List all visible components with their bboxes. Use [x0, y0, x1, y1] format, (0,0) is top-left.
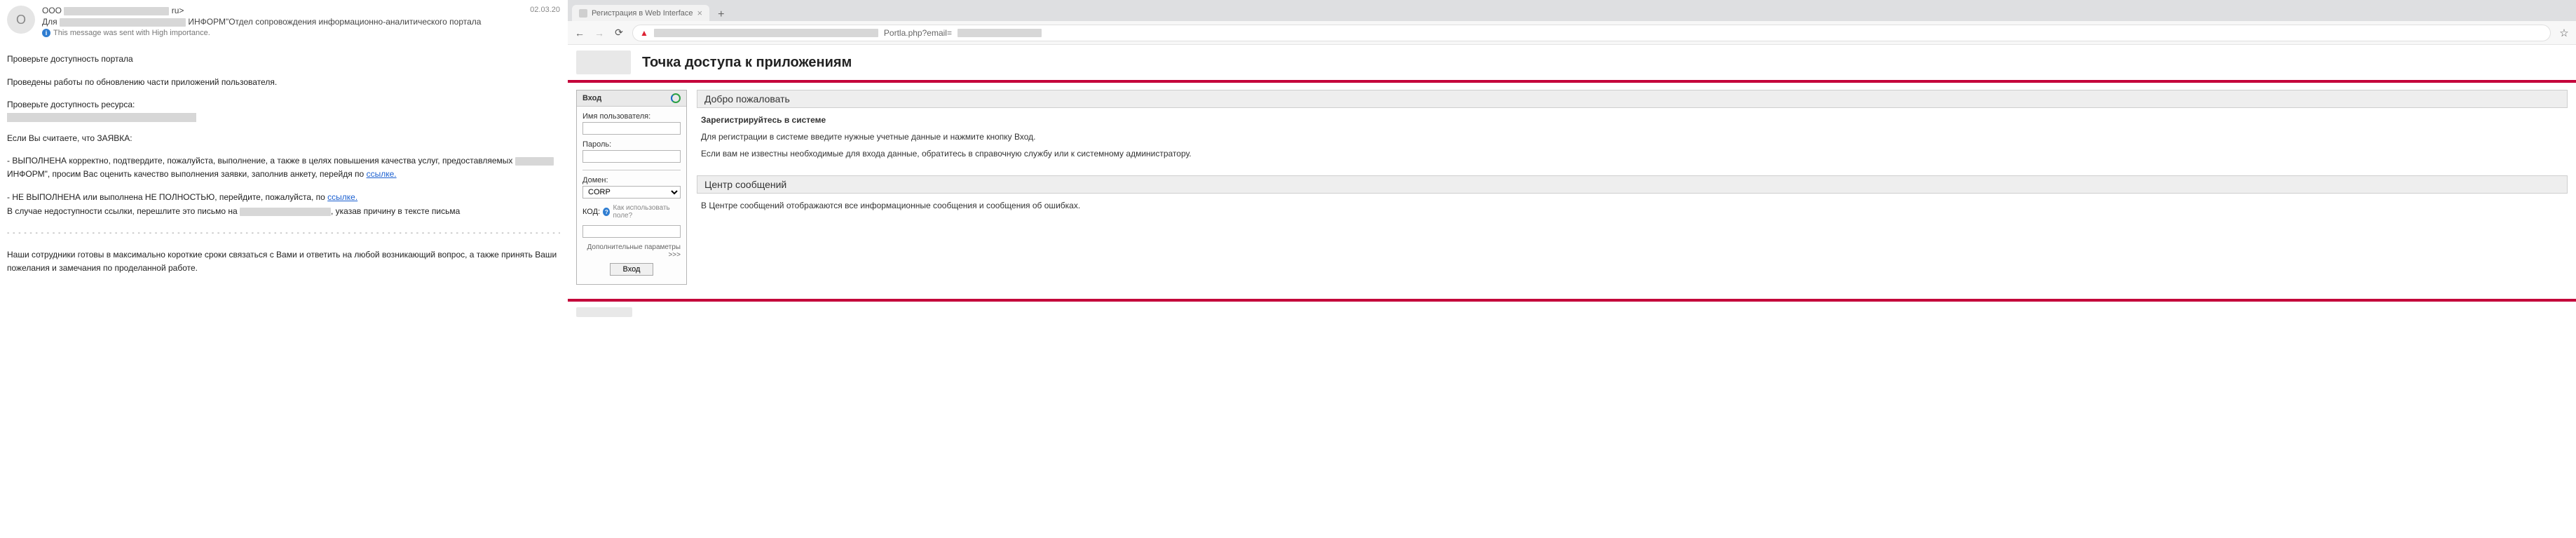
refresh-icon[interactable] — [671, 93, 681, 103]
browser-tab[interactable]: Регистрация в Web Interface × — [572, 5, 709, 21]
fail-link[interactable]: ссылке. — [327, 192, 357, 202]
p5-before: - ВЫПОЛНЕНА корректно, подтвердите, пожа… — [7, 156, 515, 166]
kod-label: КОД: — [582, 208, 600, 216]
info-column: Добро пожаловать Зарегистрируйтесь в сис… — [697, 90, 2568, 227]
kod-input[interactable] — [582, 225, 681, 238]
messages-head: Центр сообщений — [697, 175, 2568, 194]
brand-row: Точка доступа к приложениям — [568, 45, 2576, 83]
content-row: Вход Имя пользователя: Пароль: Домен: CO… — [568, 83, 2576, 292]
redacted-url-host — [654, 29, 878, 37]
welcome-bold: Зарегистрируйтесь в системе — [701, 115, 2563, 125]
email-header: О ООО ru> Для ИНФОРМ"Отдел сопровождения… — [7, 6, 560, 37]
login-box: Вход Имя пользователя: Пароль: Домен: CO… — [576, 90, 687, 285]
redacted-url-param — [958, 29, 1042, 37]
p5-after: ИНФОРМ", просим Вас оценить качество вып… — [7, 169, 367, 179]
to-middle: ИНФОРМ"Отдел сопровождения информационно… — [188, 17, 481, 27]
security-warning-icon: ▲ — [640, 28, 648, 38]
welcome-p1: Для регистрации в системе введите нужные… — [701, 132, 2563, 142]
body-p7: В случае недоступности ссылки, перешлите… — [7, 205, 560, 218]
kod-help-text: Как использовать поле? — [613, 204, 681, 220]
url-visible: Portla.php?email= — [884, 28, 952, 38]
login-head: Вход — [577, 90, 686, 107]
avatar: О — [7, 6, 35, 34]
body-p3: Проверьте доступность ресурса: — [7, 98, 560, 112]
password-input[interactable] — [582, 150, 681, 163]
body-p4: Если Вы считаете, что ЗАЯВКА: — [7, 132, 560, 145]
p7-before: В случае недоступности ссылки, перешлите… — [7, 206, 240, 216]
welcome-body: Зарегистрируйтесь в системе Для регистра… — [697, 115, 2568, 175]
forward-button[interactable]: → — [593, 27, 606, 39]
help-icon[interactable]: ? — [603, 208, 610, 216]
header-lines: ООО ru> Для ИНФОРМ"Отдел сопровождения и… — [42, 6, 560, 37]
survey-link[interactable]: ссылке. — [367, 169, 397, 179]
footer-logo — [576, 307, 632, 317]
p6-before: - НЕ ВЫПОЛНЕНА или выполнена НЕ ПОЛНОСТЬ… — [7, 192, 327, 202]
sender-suffix: ru> — [172, 6, 184, 15]
importance-row: i This message was sent with High import… — [42, 29, 560, 37]
body-p8: Наши сотрудники готовы в максимально кор… — [7, 248, 560, 274]
kod-row: КОД: ? Как использовать поле? — [582, 204, 681, 220]
login-button[interactable]: Вход — [610, 263, 654, 276]
body-p2: Проведены работы по обновлению части при… — [7, 76, 560, 89]
bookmark-button[interactable]: ☆ — [2558, 27, 2570, 39]
email-pane: 02.03.20 О ООО ru> Для ИНФОРМ"Отдел сопр… — [0, 0, 568, 538]
back-button[interactable]: ← — [573, 27, 586, 39]
sender-prefix: ООО — [42, 6, 62, 15]
welcome-p2: Если вам не известны необходимые для вхо… — [701, 149, 2563, 159]
brand-title: Точка доступа к приложениям — [642, 55, 852, 71]
messages-body: В Центре сообщений отображаются все инфо… — [697, 201, 2568, 227]
to-line: Для ИНФОРМ"Отдел сопровождения информаци… — [42, 17, 560, 27]
sender-line: ООО ru> — [42, 6, 560, 15]
messages-p1: В Центре сообщений отображаются все инфо… — [701, 201, 2563, 210]
importance-text: This message was sent with High importan… — [53, 29, 210, 37]
reload-button[interactable]: ⟳ — [613, 27, 625, 39]
domain-label: Домен: — [582, 176, 681, 184]
info-icon: i — [42, 29, 50, 37]
redacted-forward-address — [240, 208, 331, 216]
url-input[interactable]: ▲ Portla.php?email= — [632, 25, 2551, 41]
tab-title: Регистрация в Web Interface — [592, 9, 693, 18]
favicon-icon — [579, 9, 587, 18]
new-tab-button[interactable]: + — [714, 8, 728, 21]
separator-dots: - - - - - - - - - - - - - - - - - - - - … — [7, 228, 560, 239]
tab-strip: Регистрация в Web Interface × + — [568, 0, 2576, 21]
brand-logo — [576, 51, 631, 74]
p7-after: , указав причину в тексте письма — [331, 206, 460, 216]
browser-pane: Регистрация в Web Interface × + ← → ⟳ ▲ … — [568, 0, 2576, 538]
domain-select[interactable]: CORP — [582, 186, 681, 199]
welcome-head: Добро пожаловать — [697, 90, 2568, 108]
email-date: 02.03.20 — [530, 6, 560, 14]
redacted-company-1 — [515, 157, 554, 166]
login-head-label: Вход — [582, 94, 601, 102]
body-p5: - ВЫПОЛНЕНА корректно, подтвердите, пожа… — [7, 154, 560, 180]
redacted-recipient — [60, 18, 186, 27]
username-input[interactable] — [582, 122, 681, 135]
login-body: Имя пользователя: Пароль: Домен: CORP КО… — [577, 107, 686, 284]
redacted-sender — [64, 7, 169, 15]
to-prefix: Для — [42, 17, 57, 27]
close-icon[interactable]: × — [697, 8, 703, 18]
body-p6: - НЕ ВЫПОЛНЕНА или выполнена НЕ ПОЛНОСТЬ… — [7, 191, 560, 204]
extra-params-link[interactable]: Дополнительные параметры >>> — [582, 243, 681, 259]
footer-bar — [568, 299, 2576, 323]
email-body: Проверьте доступность портала Проведены … — [7, 53, 560, 274]
username-label: Имя пользователя: — [582, 112, 681, 121]
password-label: Пароль: — [582, 140, 681, 149]
body-p1: Проверьте доступность портала — [7, 53, 560, 66]
redacted-resource — [7, 113, 196, 122]
address-bar: ← → ⟳ ▲ Portla.php?email= ☆ — [568, 21, 2576, 45]
